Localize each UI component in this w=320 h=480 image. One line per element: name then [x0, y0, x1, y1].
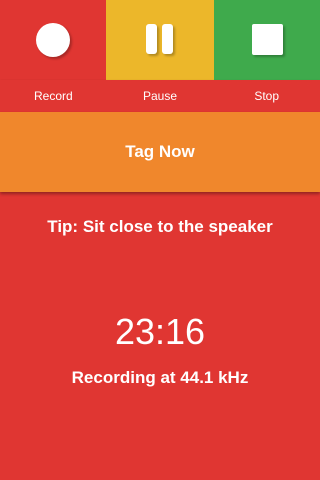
tag-now-button[interactable]: Tag Now	[0, 112, 320, 192]
record-circle-icon	[36, 23, 70, 57]
record-label: Record	[33, 89, 73, 103]
stop-label: Stop	[254, 89, 280, 103]
pause-icon	[144, 24, 176, 56]
pause-button[interactable]	[106, 0, 214, 80]
stop-square-icon	[252, 24, 283, 55]
control-labels-row: Record Pause Stop	[0, 80, 320, 112]
recording-timer: 23:16	[114, 311, 206, 352]
pause-label: Pause	[142, 89, 178, 103]
recording-status: Recording at 44.1 kHz	[71, 368, 249, 387]
record-button[interactable]	[0, 0, 106, 80]
tip-text: Tip: Sit close to the speaker	[47, 217, 273, 236]
control-bar	[0, 0, 320, 80]
pause-bar-right	[162, 24, 173, 54]
pause-bar-left	[146, 24, 157, 54]
stop-button[interactable]	[214, 0, 320, 80]
